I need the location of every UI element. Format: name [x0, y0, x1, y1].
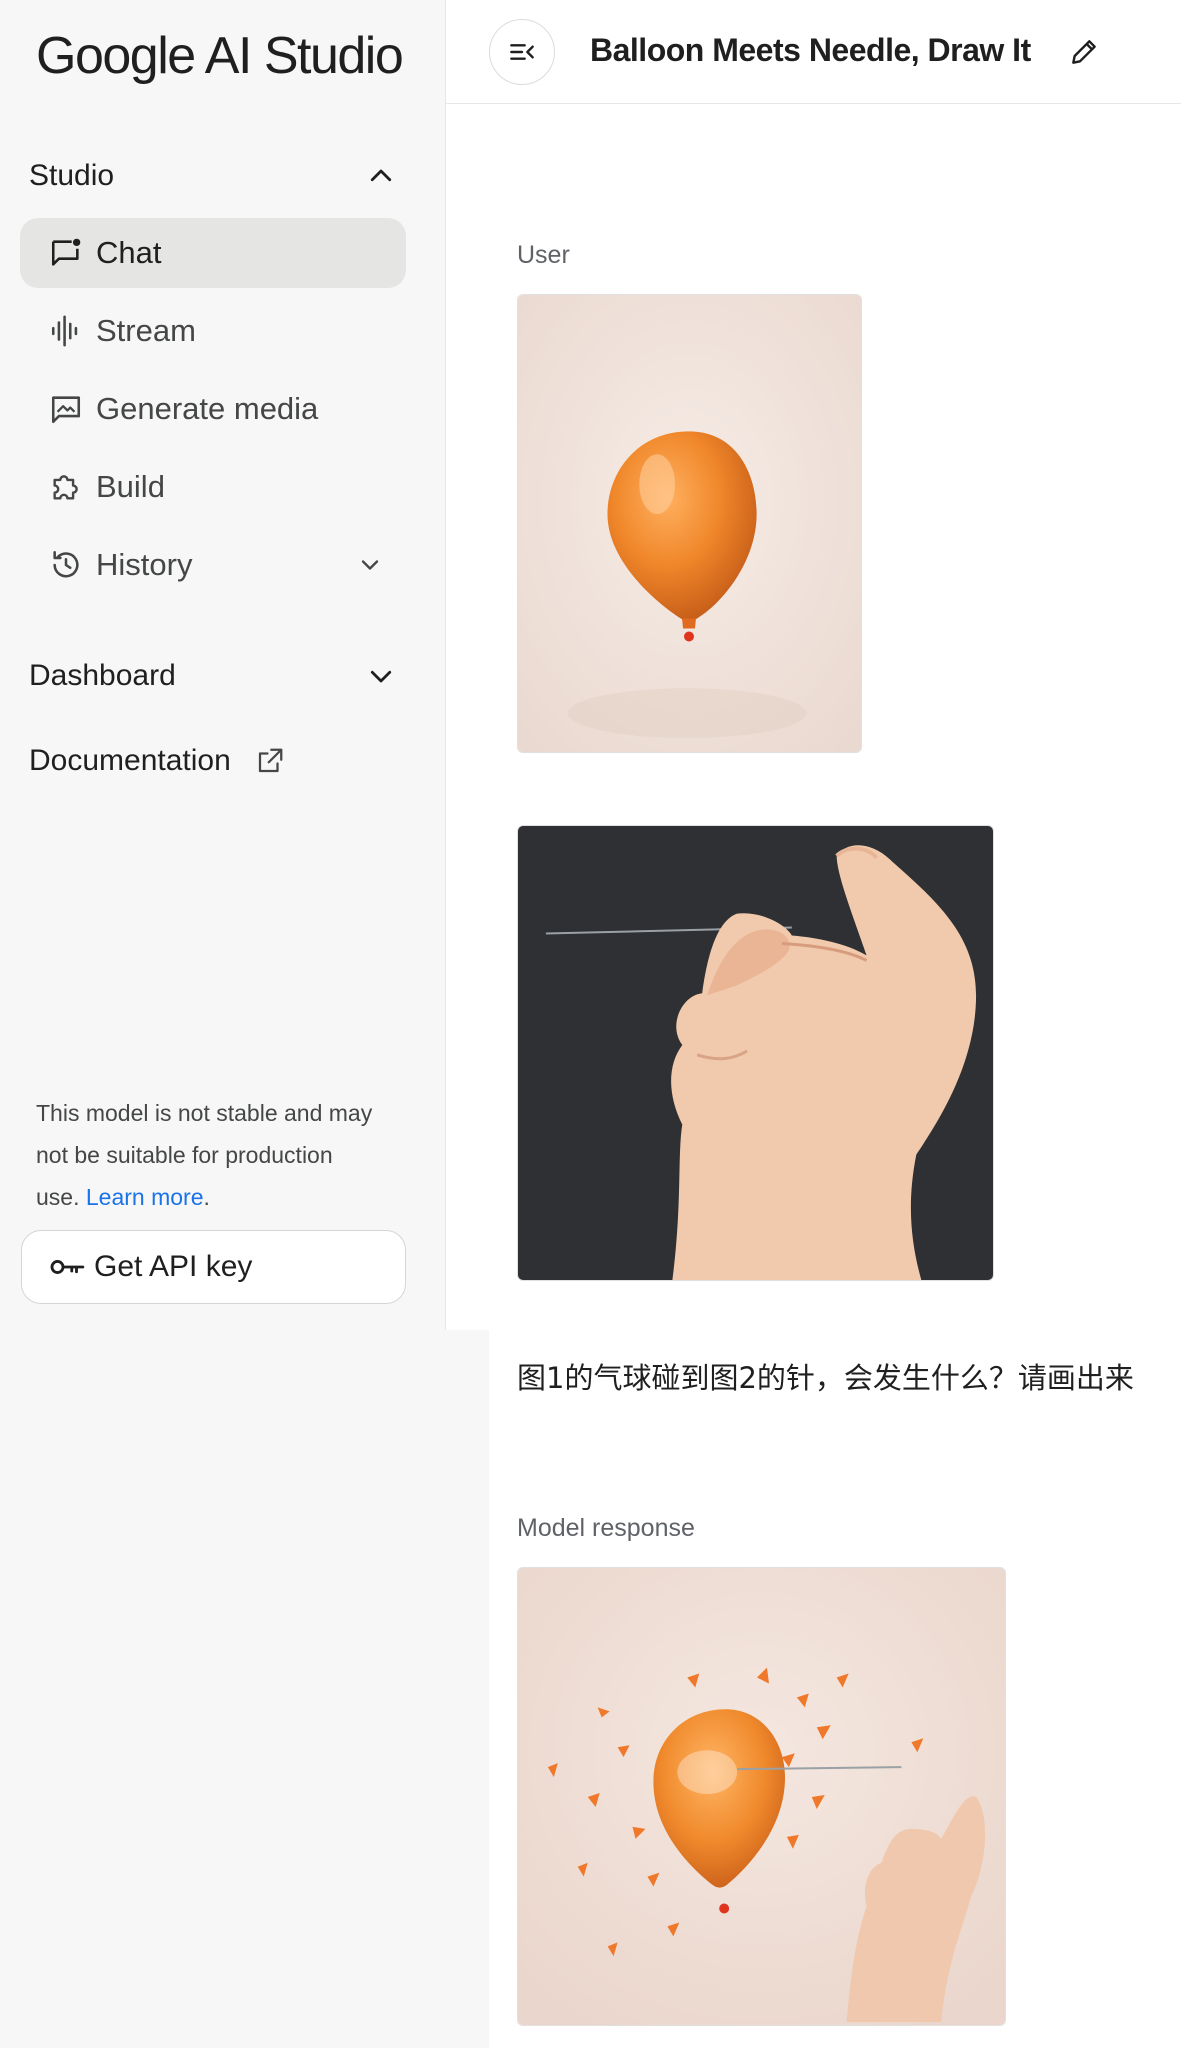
user-image-balloon[interactable]	[517, 294, 862, 753]
documentation-link[interactable]: Documentation	[29, 734, 285, 788]
get-api-key-label: Get API key	[94, 1250, 253, 1283]
pencil-icon	[1072, 40, 1096, 64]
puzzle-icon	[48, 469, 84, 505]
sidebar-lower-area	[0, 1330, 489, 2048]
external-link-icon	[258, 748, 283, 773]
edit-title-button[interactable]	[1066, 34, 1102, 70]
sidebar-item-chat[interactable]: Chat	[20, 218, 406, 288]
dashboard-section-label: Dashboard	[29, 659, 176, 692]
user-role-label: User	[517, 241, 570, 269]
app-logo[interactable]: Google AI Studio	[36, 26, 404, 86]
notice-suffix: .	[203, 1184, 210, 1210]
sidebar-item-stream[interactable]: Stream	[20, 296, 406, 366]
model-image-balloon-pop[interactable]	[517, 1567, 1006, 2026]
get-api-key-button[interactable]: Get API key	[21, 1230, 406, 1304]
model-stability-notice: This model is not stable and may not be …	[36, 1092, 376, 1218]
user-image-needle-hand[interactable]	[517, 825, 994, 1281]
sidebar: Google AI Studio Studio Chat Stream Gene…	[0, 0, 446, 1330]
learn-more-link[interactable]: Learn more	[86, 1184, 204, 1210]
chat-header: Balloon Meets Needle, Draw It	[446, 0, 1181, 104]
sidebar-item-label: Chat	[96, 235, 162, 270]
sidebar-item-label: History	[96, 547, 193, 582]
collapse-sidebar-icon	[510, 44, 534, 60]
studio-section-header[interactable]: Studio	[29, 146, 399, 206]
chat-icon	[48, 235, 84, 271]
chevron-down-icon[interactable]	[363, 658, 399, 694]
studio-section-label: Studio	[29, 159, 115, 192]
sidebar-item-generate-media[interactable]: Generate media	[20, 374, 406, 444]
sidebar-item-label: Build	[96, 469, 165, 504]
image-icon	[48, 391, 84, 427]
chat-title[interactable]: Balloon Meets Needle, Draw It	[590, 32, 1031, 69]
chevron-down-icon[interactable]	[352, 547, 388, 583]
sidebar-item-build[interactable]: Build	[20, 452, 406, 522]
sidebar-item-history[interactable]: History	[20, 530, 406, 600]
waveform-icon	[48, 313, 84, 349]
sidebar-item-label: Stream	[96, 313, 196, 348]
chevron-up-icon[interactable]	[363, 158, 399, 194]
dashboard-section-header[interactable]: Dashboard	[29, 646, 399, 706]
key-icon	[50, 1260, 85, 1274]
user-prompt-text: 图1的气球碰到图2的针，会发生什么？请画出来	[517, 1361, 1134, 1395]
sidebar-item-label: Generate media	[96, 391, 319, 426]
model-role-label: Model response	[517, 1514, 695, 1542]
history-icon	[48, 547, 84, 583]
collapse-sidebar-button[interactable]	[489, 19, 555, 85]
documentation-label: Documentation	[29, 744, 231, 777]
